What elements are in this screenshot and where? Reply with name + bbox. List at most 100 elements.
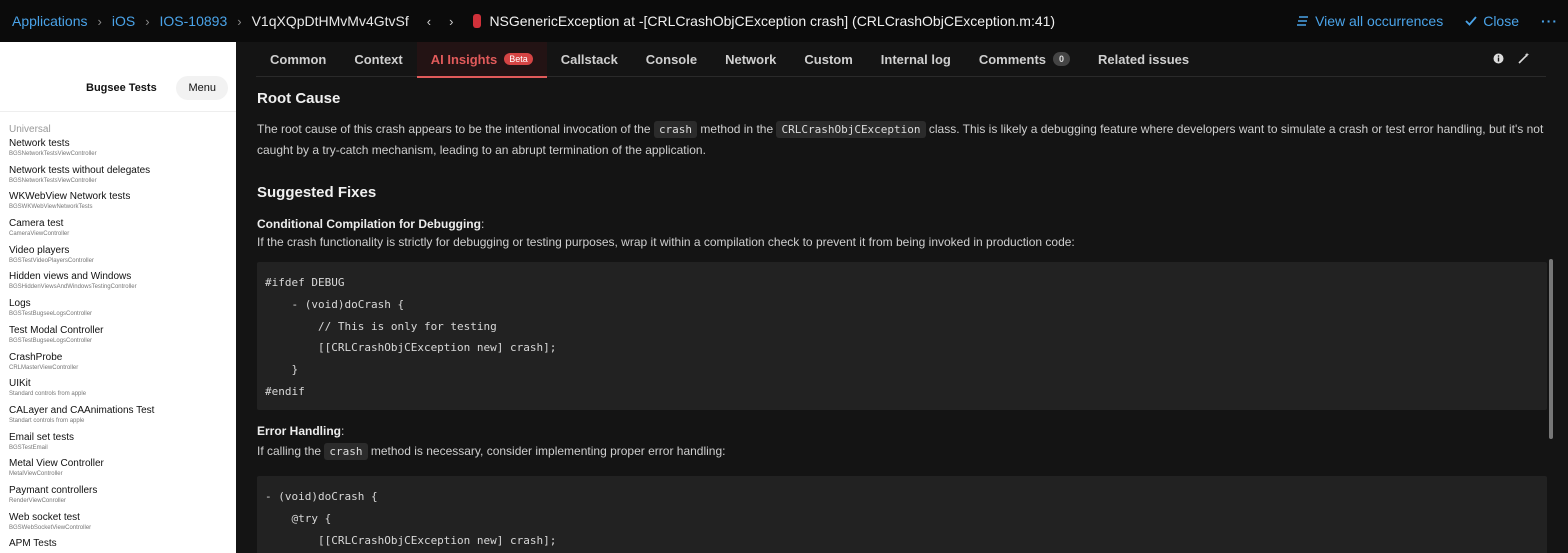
fix-2-description-b: method is necessary, consider implementi… <box>370 444 726 458</box>
list-item-subtitle: BGSTestEmail <box>9 444 48 451</box>
fix-2-description-a: If calling the <box>257 444 322 458</box>
chevron-right-icon: › <box>237 13 242 29</box>
view-all-occurrences-link[interactable]: View all occurrences <box>1297 13 1443 29</box>
tab-label: AI Insights <box>430 51 498 67</box>
code-line: - (void)doCrash { <box>265 490 378 503</box>
fix-1-description: If the crash functionality is strictly f… <box>257 235 1075 249</box>
tab-console[interactable]: Console <box>632 42 711 77</box>
list-item-subtitle: Standart controls from apple <box>9 417 85 424</box>
chevron-right-icon: › <box>145 13 150 29</box>
list-item: CrashProbe CRLMasterViewController <box>0 351 236 378</box>
list-item-title: Network tests <box>9 138 70 149</box>
root-cause-text-2: method in the <box>700 122 774 136</box>
list-item-title: CrashProbe <box>9 351 63 363</box>
scrollbar[interactable] <box>1549 259 1553 439</box>
list-item: Video players BGSTestVideoPlayersControll… <box>0 244 236 271</box>
ai-insights-content: Root Cause The root cause of this crash … <box>257 90 1547 553</box>
list-item-title: CALayer and CAAnimations Test <box>9 404 155 416</box>
tab-comments[interactable]: Comments 0 <box>965 42 1084 77</box>
list-item-subtitle: BGSWKWebViewNetworkTests <box>9 204 93 211</box>
tab-common[interactable]: Common <box>256 42 340 77</box>
suggested-fixes-heading: Suggested Fixes <box>257 184 377 201</box>
list-item-subtitle: BGSTestVideoPlayersController <box>9 257 94 264</box>
list-item-title: Logs <box>9 298 31 310</box>
device-nav-bar: Bugsee Tests Menu <box>0 42 236 112</box>
breadcrumb: Applications › iOS › IOS-10893 › V1qXQpD… <box>0 13 1055 29</box>
tab-network[interactable]: Network <box>711 42 790 77</box>
list-item: Logs BGSTestBugseeLogsController <box>0 297 236 324</box>
tab-label: Context <box>354 51 403 67</box>
code-line: - (void)doCrash { <box>265 297 405 311</box>
check-icon <box>1465 16 1477 26</box>
fix-1-title: Conditional Compilation for Debugging <box>257 217 481 231</box>
info-icon[interactable] <box>1493 52 1504 67</box>
tab-label: Comments <box>978 51 1047 67</box>
breadcrumb-applications[interactable]: Applications <box>12 13 88 29</box>
exception-icon <box>473 14 482 28</box>
previous-button[interactable]: ‹ <box>427 14 431 29</box>
list-item-title: UIKit <box>9 378 31 390</box>
list-item-subtitle: BGSHiddenViewsAndWindowsTestingControlle… <box>9 284 137 291</box>
top-bar: Applications › iOS › IOS-10893 › V1qXQpD… <box>0 0 1568 42</box>
list-item-subtitle: CRLMasterViewController <box>9 364 79 371</box>
tab-label: Network <box>725 51 777 67</box>
root-cause-heading: Root Cause <box>257 90 341 107</box>
list-item: Network tests BGSNetworkTestsViewControll… <box>0 137 236 164</box>
tab-ai-insights[interactable]: AI Insights Beta <box>416 42 547 78</box>
inline-code-crash: crash <box>653 121 698 138</box>
code-line: [[CRLCrashObjCException new] crash]; <box>265 341 557 355</box>
list-item-subtitle: BGSTestBugseeLogsController <box>9 311 93 318</box>
list-item: Hidden views and Windows BGSHiddenViewsAn… <box>0 270 236 297</box>
list-item: Web socket test BGSWebSocketViewControlle… <box>0 511 236 538</box>
list-item-subtitle: BGSWebSocketViewController <box>9 524 92 531</box>
tab-custom[interactable]: Custom <box>790 42 866 77</box>
inline-code-class: CRLCrashObjCException <box>776 121 926 138</box>
session-id: V1qXQpDtHMvMv4GtvSf <box>251 13 409 29</box>
code-line: [[CRLCrashObjCException new] crash]; <box>265 533 557 547</box>
list-item: WKWebView Network tests BGSWKWebViewNetwo… <box>0 190 236 217</box>
list-item-subtitle: BGSNetworkTestsViewController <box>9 151 97 157</box>
close-button[interactable]: Close <box>1465 13 1519 29</box>
tab-related-issues[interactable]: Related issues <box>1084 42 1203 77</box>
list-item-title: Camera test <box>9 218 64 230</box>
beta-badge: Beta <box>504 53 533 65</box>
list-item: Test Modal Controller BGSTestBugseeLogsCo… <box>0 324 236 351</box>
tab-internal-log[interactable]: Internal log <box>867 42 965 77</box>
more-menu-icon[interactable]: ··· <box>1541 13 1558 29</box>
device-menu-button: Menu <box>176 76 228 100</box>
tab-context[interactable]: Context <box>340 42 416 77</box>
root-cause-text: The root cause of this crash appears to … <box>257 119 1547 160</box>
breadcrumb-issue[interactable]: IOS-10893 <box>160 13 228 29</box>
list-item: UIKit Standard controls from apple <box>0 377 236 404</box>
list-item: Paymant controllers RenderViewConroller <box>0 484 236 511</box>
close-label: Close <box>1483 13 1519 29</box>
list-item-title: Test Modal Controller <box>9 324 104 336</box>
list-item-title: Metal View Controller <box>9 458 104 470</box>
tab-callstack[interactable]: Callstack <box>547 42 632 77</box>
list-item-title: Hidden views and Windows <box>9 271 132 283</box>
device-title: Bugsee Tests <box>86 82 157 94</box>
comments-count-badge: 0 <box>1053 52 1071 66</box>
list-item-subtitle: CameraViewController <box>9 231 70 238</box>
chevron-right-icon: › <box>97 13 102 29</box>
list-item: Network tests without delegates BGSNetwor… <box>0 164 236 191</box>
exception-title: NSGenericException at -[CRLCrashObjCExce… <box>489 13 1056 29</box>
breadcrumb-ios[interactable]: iOS <box>112 13 135 29</box>
view-all-occurrences-label: View all occurrences <box>1315 13 1444 29</box>
list-item-subtitle: RenderViewConroller <box>9 497 66 504</box>
list-item-subtitle: MetalViewController <box>9 471 63 478</box>
tab-label: Callstack <box>560 51 618 67</box>
list-item: CALayer and CAAnimations Test Standart co… <box>0 404 236 431</box>
list-item-title: APM Tests <box>9 538 57 550</box>
list-item-subtitle: Standard controls from apple <box>9 391 87 398</box>
fix-1: Conditional Compilation for Debugging: I… <box>257 217 1075 249</box>
device-screenshot: Bugsee Tests Menu Universal Network test… <box>0 42 236 553</box>
tab-label: Related issues <box>1098 51 1190 67</box>
code-line: #endif <box>265 384 305 398</box>
list-item: Metal View Controller MetalViewController <box>0 457 236 484</box>
fix-2: Error Handling: If calling the crash met… <box>257 424 726 460</box>
list-item-title: Web socket test <box>9 511 80 523</box>
next-button[interactable]: › <box>449 14 453 29</box>
list-icon <box>1297 16 1309 26</box>
magic-wand-icon[interactable] <box>1518 52 1530 67</box>
